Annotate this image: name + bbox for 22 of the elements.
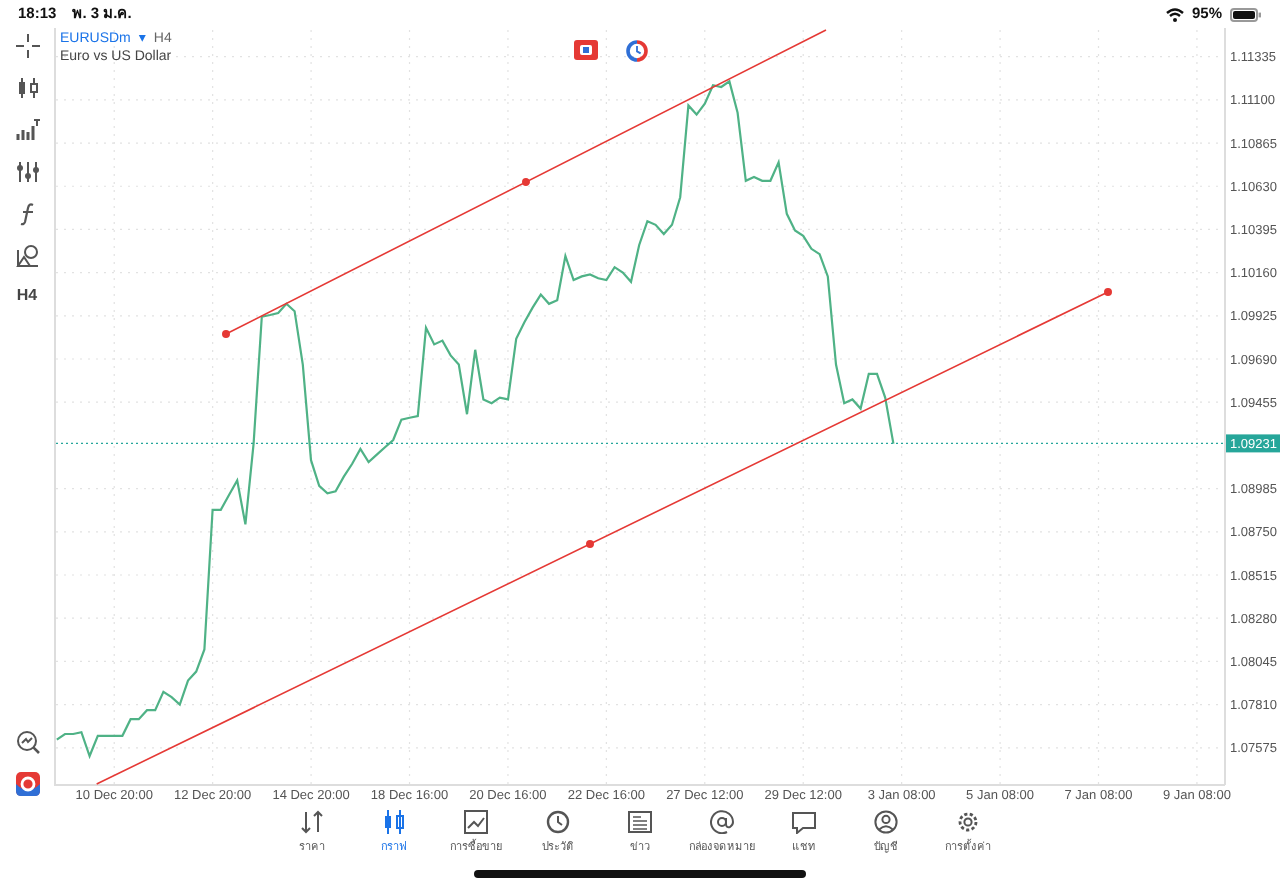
settings-icon <box>956 810 980 834</box>
zoom-chart-icon[interactable] <box>15 730 39 754</box>
clock-icon <box>546 810 570 834</box>
candlestick-icon <box>382 810 406 834</box>
wifi-icon <box>1165 7 1184 21</box>
timeframe-button[interactable]: H4 <box>16 286 38 306</box>
battery-icon <box>1230 7 1262 21</box>
trade-panel-icon[interactable] <box>574 40 598 60</box>
candlestick-icon[interactable] <box>15 76 39 100</box>
sliders-icon[interactable] <box>15 160 39 184</box>
newspaper-icon <box>628 810 652 834</box>
ring-icon[interactable] <box>626 40 648 62</box>
user-icon <box>874 810 898 834</box>
at-sign-icon <box>710 810 734 834</box>
arrows-icon <box>300 810 324 834</box>
crosshair-icon[interactable] <box>15 34 39 58</box>
bar-chart-icon[interactable] <box>15 118 39 142</box>
logo-icon[interactable] <box>15 772 39 796</box>
shapes-icon[interactable] <box>15 244 39 268</box>
line-chart-icon <box>464 810 488 834</box>
function-icon[interactable] <box>15 202 39 226</box>
chat-icon <box>792 810 816 834</box>
